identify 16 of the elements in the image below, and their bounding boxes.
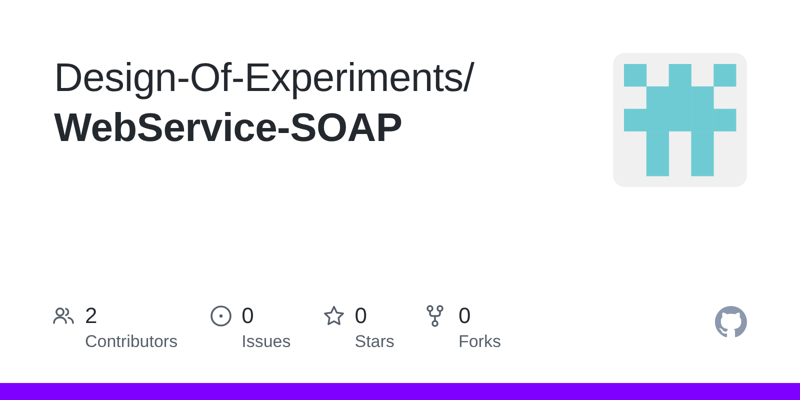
- issue-icon: [210, 305, 232, 327]
- people-icon: [53, 306, 75, 326]
- stat-label: Issues: [242, 332, 291, 352]
- stat-count: 0: [354, 304, 368, 328]
- star-icon: [322, 305, 345, 327]
- stat-label: Stars: [354, 332, 394, 352]
- stat-count: 0: [458, 304, 472, 328]
- identicon-icon: [613, 53, 747, 187]
- repository-owner: Design-Of-Experiments/: [54, 55, 474, 102]
- stat-label: Forks: [458, 332, 501, 352]
- stat-label: Contributors: [85, 332, 178, 352]
- cat-logo-icon: [715, 306, 747, 338]
- fork-icon: [426, 305, 444, 327]
- stat-count: 0: [242, 304, 255, 328]
- stat-count: 2: [85, 304, 98, 328]
- repository-name: WebService-SOAP: [54, 105, 404, 152]
